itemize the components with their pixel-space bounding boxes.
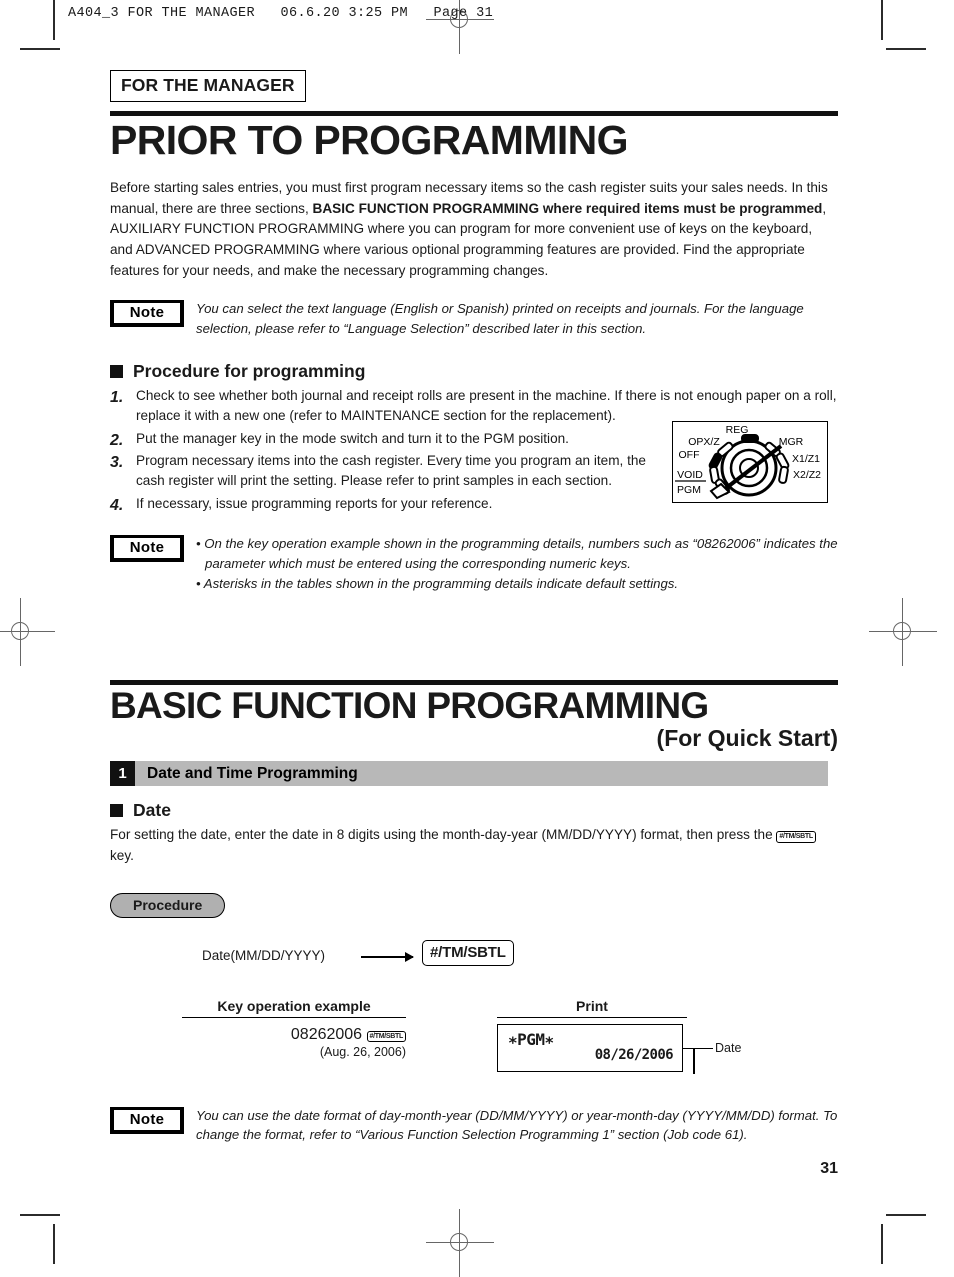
intro-paragraph: Before starting sales entries, you must …	[110, 178, 838, 281]
step-text: Put the manager key in the mode switch a…	[136, 430, 569, 446]
receipt-pgm-line: ∗PGM∗	[508, 1029, 554, 1049]
note-block-language: Note You can select the text language (E…	[110, 299, 838, 339]
section-bar: 1 Date and Time Programming	[110, 761, 828, 787]
example-value: 08262006	[290, 1025, 363, 1043]
note-tag: Note	[110, 535, 184, 563]
trim-mark-top-right-horizontal	[886, 48, 926, 50]
date-description-before: For setting the date, enter the date in …	[110, 827, 777, 843]
trim-mark-bottom-right-horizontal	[886, 1214, 926, 1216]
note-bullet: • Asterisks in the tables shown in the p…	[196, 575, 679, 591]
date-description-after: key.	[110, 847, 134, 863]
flow-arrow-icon	[361, 951, 414, 962]
note-label: Note	[113, 537, 181, 560]
list-item: 1. Check to see whether both journal and …	[110, 386, 838, 427]
note-tag: Note	[110, 1106, 184, 1134]
page-content: FOR THE MANAGER PRIOR TO PROGRAMMING Bef…	[110, 70, 838, 1177]
procedure-pill: Procedure	[110, 892, 226, 918]
list-item: 3. Program necessary items into the cash …	[110, 451, 838, 492]
section-number-badge: 1	[110, 761, 135, 787]
page-title: PRIOR TO PROGRAMMING	[110, 117, 629, 163]
key-operation-example: 08262006 #/TM/SBTL (Aug. 26, 2006)	[182, 1026, 406, 1059]
procedure-list: 1. Check to see whether both journal and …	[110, 386, 838, 514]
step-text: If necessary, issue programming reports …	[136, 495, 493, 511]
note-tag: Note	[110, 300, 184, 328]
trim-mark-bottom-left-vertical	[53, 1224, 55, 1264]
trim-mark-top-left-vertical	[53, 0, 55, 40]
title-rule	[110, 111, 838, 116]
square-bullet-icon	[110, 804, 123, 818]
flow-key-cap: #/TM/SBTL	[422, 939, 514, 966]
note-text: You can use the date format of day-month…	[196, 1107, 838, 1143]
step-number: 1.	[110, 388, 124, 406]
page-number: 31	[820, 1160, 838, 1177]
square-bullet-icon	[110, 364, 123, 378]
date-heading: Date	[110, 800, 838, 821]
trim-mark-top-right-vertical	[881, 0, 883, 40]
trim-mark-top-left-horizontal	[20, 48, 60, 50]
note-block-key-operation: Note • On the key operation example show…	[110, 534, 838, 593]
print-sample-receipt: ∗PGM∗ 08/26/2006	[497, 1023, 683, 1072]
tm-sbtl-key-icon: #/TM/SBTL	[366, 1030, 406, 1043]
intro-bold: BASIC FUNCTION PROGRAMMING where require…	[312, 200, 823, 216]
trim-mark-bottom-left-horizontal	[20, 1214, 60, 1216]
procedure-heading-label: Procedure for programming	[133, 360, 366, 381]
note-bullet: • On the key operation example shown in …	[196, 536, 838, 571]
date-description: For setting the date, enter the date in …	[110, 825, 838, 866]
note-block-date-format: Note You can use the date format of day-…	[110, 1106, 838, 1146]
flow-input-label: Date(MM/DD/YYYY)	[202, 947, 326, 963]
registration-mark-bottom	[426, 1209, 494, 1277]
step-text: Program necessary items into the cash re…	[136, 452, 646, 489]
for-the-manager-tag: FOR THE MANAGER	[110, 70, 306, 102]
callout-leader-line	[683, 1047, 713, 1050]
registration-mark-right	[869, 598, 937, 666]
step-text: Check to see whether both journal and re…	[136, 387, 837, 424]
note-label: Note	[113, 1108, 181, 1131]
procedure-heading: Procedure for programming	[110, 361, 838, 382]
section-bar-label: Date and Time Programming	[135, 761, 828, 787]
key-operation-header: Key operation example	[182, 998, 406, 1018]
tm-sbtl-key-icon: #/TM/SBTL	[776, 831, 816, 843]
tm-sbtl-key-icon: #/TM/SBTL	[422, 939, 514, 966]
section-rule	[110, 679, 838, 685]
callout-tick	[693, 1047, 695, 1074]
print-header: Print	[497, 998, 687, 1018]
prepress-header-text: A404_3 FOR THE MANAGER 06.6.20 3:25 PM P…	[68, 6, 494, 21]
step-number: 2.	[110, 431, 124, 449]
callout-label: Date	[715, 1040, 742, 1055]
step-number: 3.	[110, 453, 124, 471]
step-number: 4.	[110, 496, 124, 514]
section-subtitle: (For Quick Start)	[656, 725, 838, 752]
example-subtext: (Aug. 26, 2006)	[319, 1044, 406, 1059]
note-text: You can select the text language (Englis…	[196, 301, 804, 336]
trim-mark-bottom-right-vertical	[881, 1224, 883, 1264]
list-item: 4. If necessary, issue programming report…	[110, 494, 838, 514]
date-heading-label: Date	[133, 800, 171, 821]
basic-function-section: BASIC FUNCTION PROGRAMMING (For Quick St…	[110, 679, 838, 1146]
section-title: BASIC FUNCTION PROGRAMMING	[110, 684, 709, 726]
registration-mark-left	[0, 598, 55, 666]
procedure-flow: Date(MM/DD/YYYY) #/TM/SBTL	[110, 939, 838, 974]
receipt-date-line: 08/26/2006	[594, 1046, 674, 1063]
example-and-print: Key operation example Print 08262006 #/T…	[110, 998, 838, 1088]
list-item: 2. Put the manager key in the mode switch…	[110, 429, 838, 449]
note-label: Note	[113, 302, 181, 325]
note-text: • On the key operation example shown in …	[184, 534, 838, 593]
